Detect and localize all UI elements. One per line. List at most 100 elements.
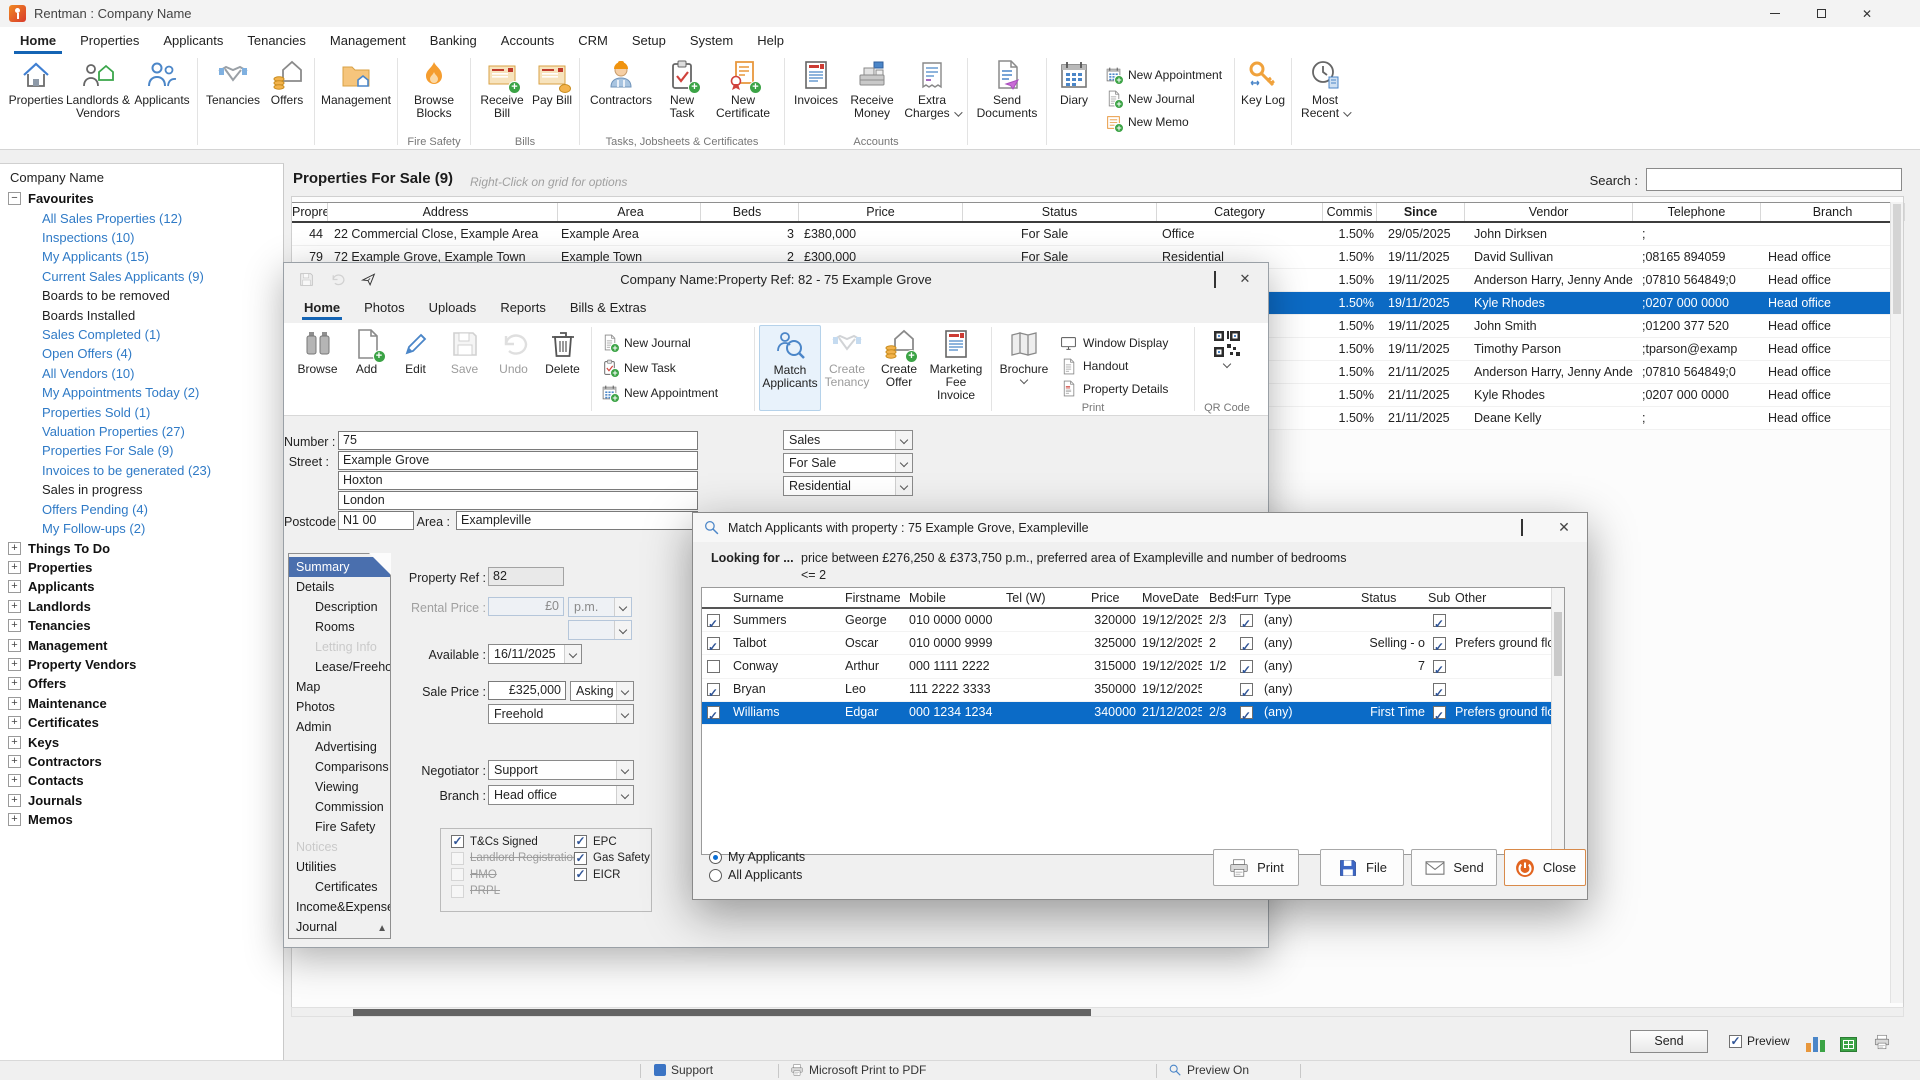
status-printer[interactable]: Microsoft Print to PDF bbox=[790, 1063, 926, 1077]
checkbox-row[interactable]: EPC bbox=[574, 835, 650, 848]
select-checkbox[interactable] bbox=[707, 660, 720, 673]
menu-tenancies[interactable]: Tenancies bbox=[235, 27, 318, 54]
select-checkbox[interactable] bbox=[707, 683, 720, 696]
export-icon[interactable] bbox=[1840, 1033, 1864, 1052]
expand-collapse-icon[interactable] bbox=[8, 542, 21, 555]
delete-button[interactable]: Delete bbox=[538, 325, 587, 411]
status-preview-on[interactable]: Preview On bbox=[1168, 1063, 1249, 1077]
checkbox[interactable] bbox=[451, 852, 464, 865]
close-icon[interactable]: ✕ bbox=[1549, 519, 1579, 536]
column-header-status[interactable]: Status bbox=[963, 203, 1157, 221]
expand-collapse-icon[interactable] bbox=[8, 561, 21, 574]
street-field-2[interactable]: Hoxton bbox=[338, 471, 698, 490]
print-icon[interactable] bbox=[1872, 1033, 1892, 1051]
furnished-checkbox[interactable] bbox=[1240, 614, 1253, 627]
menu-applicants[interactable]: Applicants bbox=[151, 27, 235, 54]
sidebar-item[interactable]: Contacts bbox=[0, 771, 281, 790]
ribbon-most-recent-button[interactable]: Most Recent bbox=[1296, 56, 1354, 134]
checkbox-row[interactable]: EICR bbox=[574, 868, 650, 881]
expand-collapse-icon[interactable] bbox=[8, 774, 21, 787]
ribbon-receive-bill-button[interactable]: Receive Bill bbox=[475, 56, 529, 134]
ribbon-offers-button[interactable]: Offers bbox=[264, 56, 310, 134]
save-button[interactable]: Save bbox=[440, 325, 489, 411]
expand-collapse-icon[interactable] bbox=[8, 697, 21, 710]
sidebar-item[interactable]: Things To Do bbox=[0, 538, 281, 557]
radio-icon[interactable] bbox=[709, 869, 722, 882]
applicant-row[interactable]: Bryan Leo 111 2222 3333 350000 19/12/202… bbox=[702, 679, 1564, 702]
handout-button[interactable]: Handout bbox=[1052, 355, 1190, 378]
table-row[interactable]: 44 22 Commercial Close, Example Area Exa… bbox=[292, 223, 1903, 246]
ribbon-send-documents-button[interactable]: Send Documents bbox=[972, 56, 1042, 134]
column-header-price[interactable]: Price bbox=[799, 203, 963, 221]
sidebar-item[interactable]: Landlords bbox=[0, 597, 281, 616]
tab-bills-extras[interactable]: Bills & Extras bbox=[558, 295, 659, 320]
send-button[interactable]: Send bbox=[1630, 1030, 1708, 1053]
marketing-fee-invoice-button[interactable]: Marketing Fee Invoice bbox=[925, 325, 987, 411]
menu-crm[interactable]: CRM bbox=[566, 27, 620, 54]
tab-home[interactable]: Home bbox=[292, 295, 352, 320]
sidebar-item[interactable]: Invoices to be generated (23) bbox=[0, 461, 281, 480]
table-vertical-scrollbar[interactable] bbox=[1551, 588, 1564, 854]
applicant-row[interactable]: Summers George 010 0000 0000 320000 19/1… bbox=[702, 609, 1564, 632]
column-header-other[interactable]: Other bbox=[1450, 588, 1553, 607]
sidebar-item[interactable]: Properties bbox=[0, 558, 281, 577]
sidebar-item[interactable]: Open Offers (4) bbox=[0, 344, 281, 363]
sidebar-item[interactable]: Properties For Sale (9) bbox=[0, 441, 281, 460]
column-header-type[interactable]: Type bbox=[1258, 588, 1356, 607]
checkbox[interactable] bbox=[574, 835, 587, 848]
ribbon-new-task-button[interactable]: New Task bbox=[658, 56, 706, 134]
expand-collapse-icon[interactable] bbox=[8, 677, 21, 690]
new-task-button[interactable]: New Task bbox=[593, 355, 753, 380]
menu-accounts[interactable]: Accounts bbox=[489, 27, 566, 54]
tab-uploads[interactable]: Uploads bbox=[417, 295, 489, 320]
tenure-select[interactable]: Freehold bbox=[488, 704, 634, 724]
applicant-row[interactable]: Williams Edgar 000 1234 1234 340000 21/1… bbox=[702, 702, 1564, 725]
column-header-area[interactable]: Area bbox=[558, 203, 701, 221]
close-button[interactable]: ✕ bbox=[1844, 0, 1890, 27]
sidebar-item[interactable]: Keys bbox=[0, 732, 281, 751]
add-button[interactable]: Add bbox=[342, 325, 391, 411]
negotiator-select[interactable]: Support bbox=[488, 760, 634, 780]
sidebar-item[interactable]: Applicants bbox=[0, 577, 281, 596]
ribbon-contractors-button[interactable]: Contractors bbox=[584, 56, 658, 134]
search-input[interactable] bbox=[1646, 168, 1902, 191]
ribbon-landlords-vendors-button[interactable]: Landlords & Vendors bbox=[65, 56, 131, 134]
ribbon-new-certificate-button[interactable]: New Certificate bbox=[706, 56, 780, 134]
create-tenancy-button[interactable]: Create Tenancy bbox=[821, 325, 873, 411]
sidebar-item[interactable]: Contractors bbox=[0, 752, 281, 771]
send-button[interactable]: Send bbox=[1411, 849, 1497, 886]
sidebar-item[interactable]: Boards to be removed bbox=[0, 286, 281, 305]
maximize-button[interactable] bbox=[1200, 272, 1230, 287]
expand-collapse-icon[interactable] bbox=[8, 639, 21, 652]
sidebar-item[interactable]: My Applicants (15) bbox=[0, 247, 281, 266]
ribbon-key-log-button[interactable]: Key Log bbox=[1239, 56, 1287, 134]
menu-home[interactable]: Home bbox=[8, 27, 68, 54]
expand-collapse-icon[interactable] bbox=[8, 755, 21, 768]
sidebar-item[interactable]: Management bbox=[0, 635, 281, 654]
expand-collapse-icon[interactable] bbox=[8, 813, 21, 826]
browse-button[interactable]: Browse bbox=[293, 325, 342, 411]
furnished-checkbox[interactable] bbox=[1240, 706, 1253, 719]
column-header-propref[interactable]: Propref bbox=[292, 203, 328, 221]
new-appointment-button[interactable]: New Appointment bbox=[593, 380, 753, 405]
sidebar-item[interactable]: Tenancies bbox=[0, 616, 281, 635]
ribbon-browse-blocks-button[interactable]: Browse Blocks bbox=[402, 56, 466, 134]
furnished-checkbox[interactable] bbox=[1240, 660, 1253, 673]
sidebar-item[interactable]: Journals bbox=[0, 791, 281, 810]
column-header-furnished[interactable]: Furni: bbox=[1234, 588, 1258, 607]
sidebar-item[interactable]: Property Vendors bbox=[0, 655, 281, 674]
property-details-button[interactable]: Property Details bbox=[1052, 377, 1190, 400]
nav-item[interactable]: Admin bbox=[289, 717, 390, 737]
column-header-address[interactable]: Address bbox=[328, 203, 558, 221]
checkbox-row[interactable]: Gas Safety bbox=[574, 852, 650, 865]
nav-item[interactable]: Utilities bbox=[289, 857, 390, 877]
sidebar-item[interactable]: Certificates bbox=[0, 713, 281, 732]
sidebar-item[interactable]: Valuation Properties (27) bbox=[0, 422, 281, 441]
street-field-1[interactable]: Example Grove bbox=[338, 451, 698, 470]
undo-button[interactable]: Undo bbox=[489, 325, 538, 411]
scrollbar-thumb[interactable] bbox=[353, 1009, 1091, 1016]
sale-price-field[interactable]: £325,000 bbox=[488, 681, 566, 700]
subs-checkbox[interactable] bbox=[1433, 660, 1446, 673]
menu-help[interactable]: Help bbox=[745, 27, 796, 54]
sidebar-item[interactable]: Boards Installed bbox=[0, 305, 281, 324]
